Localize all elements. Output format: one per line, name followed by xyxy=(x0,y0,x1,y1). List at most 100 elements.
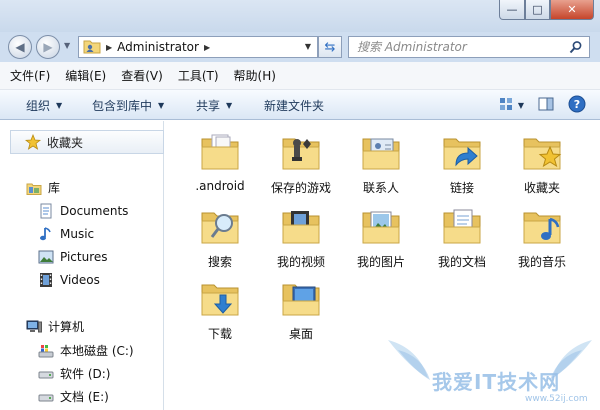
folder-documents-icon xyxy=(196,127,244,175)
folder-label: 保存的游戏 xyxy=(270,181,331,195)
search-icon[interactable] xyxy=(569,40,583,57)
windows-drive-icon xyxy=(38,343,54,359)
maximize-button[interactable]: □ xyxy=(525,0,550,20)
share-button[interactable]: 共享 ▼ xyxy=(196,97,232,114)
chevron-down-icon: ▼ xyxy=(158,101,165,110)
folder-music-icon xyxy=(518,201,566,249)
menu-edit[interactable]: 编辑(E) xyxy=(65,67,106,84)
menu-tools[interactable]: 工具(T) xyxy=(178,67,219,84)
include-in-library-label: 包含到库中 xyxy=(92,99,153,113)
address-bar[interactable]: ▶ Administrator ▶ ▼ xyxy=(78,36,318,58)
folder-games-icon xyxy=(277,127,325,175)
folder-item-saved-games[interactable]: 保存的游戏 xyxy=(261,127,341,201)
hard-drive-icon xyxy=(38,389,54,405)
folder-item-android[interactable]: .android xyxy=(180,127,260,201)
help-button[interactable]: ? xyxy=(568,95,586,116)
sidebar-item-label: 收藏夹 xyxy=(47,135,84,150)
include-in-library-button[interactable]: 包含到库中 ▼ xyxy=(92,97,164,114)
sidebar-item-label: Documents xyxy=(60,204,129,218)
sidebar-item-music[interactable]: Music xyxy=(38,226,94,242)
back-button[interactable]: ◀ xyxy=(8,35,32,59)
preview-pane-icon xyxy=(538,97,554,114)
hard-drive-icon xyxy=(38,366,54,382)
folder-item-my-music[interactable]: 我的音乐 xyxy=(502,201,582,275)
forward-button[interactable]: ▶ xyxy=(36,35,60,59)
sidebar-item-libraries[interactable]: 库 xyxy=(26,179,60,196)
sidebar-item-drive-e[interactable]: 文档 (E:) xyxy=(38,388,109,405)
help-icon: ? xyxy=(568,95,586,116)
new-folder-label: 新建文件夹 xyxy=(264,99,325,113)
command-bar: 组织 ▼ 包含到库中 ▼ 共享 ▼ 新建文件夹 ▼ ? xyxy=(0,90,600,120)
recent-pages-dropdown[interactable]: ▼ xyxy=(64,41,70,50)
menu-view[interactable]: 查看(V) xyxy=(121,67,163,84)
folder-favorites-icon xyxy=(518,127,566,175)
folder-contacts-icon xyxy=(357,127,405,175)
star-icon xyxy=(25,134,41,150)
menu-help[interactable]: 帮助(H) xyxy=(234,67,276,84)
folder-item-my-documents[interactable]: 我的文档 xyxy=(422,201,502,275)
breadcrumb-separator-icon[interactable]: ▶ xyxy=(204,43,210,52)
folder-search-icon xyxy=(196,201,244,249)
close-button[interactable]: ✕ xyxy=(550,0,594,20)
sidebar-item-favorites[interactable]: 收藏夹 xyxy=(10,130,164,154)
folder-item-desktop[interactable]: 桌面 xyxy=(261,273,341,347)
view-controls: ▼ ? xyxy=(485,95,586,116)
folder-item-searches[interactable]: 搜索 xyxy=(180,201,260,275)
folder-label: 链接 xyxy=(449,181,474,195)
breadcrumb-separator-icon[interactable]: ▶ xyxy=(106,43,112,52)
organize-label: 组织 xyxy=(26,99,51,113)
folder-label: 搜索 xyxy=(207,255,232,269)
breadcrumb-administrator[interactable]: Administrator xyxy=(117,40,199,54)
library-icon xyxy=(26,180,42,196)
search-box[interactable] xyxy=(348,36,590,58)
folder-label: 下载 xyxy=(207,327,232,341)
folder-item-favorites[interactable]: 收藏夹 xyxy=(502,127,582,201)
sidebar-item-computer[interactable]: 计算机 xyxy=(26,318,84,335)
refresh-button[interactable]: ⇆ xyxy=(318,36,342,58)
folder-documents-icon xyxy=(438,201,486,249)
site-watermark: 我爱IT技术网 www.52ij.com xyxy=(380,330,600,410)
address-row: ◀ ▶ ▼ ▶ Administrator ▶ ▼ ⇆ xyxy=(0,32,600,62)
sidebar-item-drive-c[interactable]: 本地磁盘 (C:) xyxy=(38,342,134,359)
preview-pane-button[interactable] xyxy=(538,97,554,114)
sidebar-item-label: 计算机 xyxy=(48,320,85,334)
sidebar-item-label: 库 xyxy=(48,181,61,195)
folder-item-contacts[interactable]: 联系人 xyxy=(341,127,421,201)
address-dropdown-icon[interactable]: ▼ xyxy=(305,42,311,51)
minimize-button[interactable]: — xyxy=(499,0,525,20)
view-grid-icon xyxy=(499,97,515,114)
sidebar-item-documents[interactable]: Documents xyxy=(38,203,128,219)
documents-icon xyxy=(38,203,54,219)
folder-label: 我的视频 xyxy=(276,255,325,269)
title-bar: — □ ✕ xyxy=(0,0,600,32)
folder-item-links[interactable]: 链接 xyxy=(422,127,502,201)
change-view-button[interactable]: ▼ xyxy=(499,97,524,114)
folder-label: 我的文档 xyxy=(437,255,486,269)
folder-label: .android xyxy=(195,179,245,193)
folder-item-downloads[interactable]: 下载 xyxy=(180,273,260,347)
arrow-right-icon: ▶ xyxy=(43,40,53,54)
sidebar-item-videos[interactable]: Videos xyxy=(38,272,100,288)
folder-desktop-icon xyxy=(277,273,325,321)
organize-button[interactable]: 组织 ▼ xyxy=(26,97,62,114)
chevron-down-icon: ▼ xyxy=(226,101,233,110)
window-controls: — □ ✕ xyxy=(499,0,594,20)
folder-item-my-videos[interactable]: 我的视频 xyxy=(261,201,341,275)
sidebar-item-drive-d[interactable]: 软件 (D:) xyxy=(38,365,110,382)
navigation-pane: 收藏夹 库 Documents Music Pictures Videos 计算… xyxy=(0,121,164,410)
search-input[interactable] xyxy=(357,40,557,54)
chevron-down-icon: ▼ xyxy=(56,101,63,110)
folder-pictures-icon xyxy=(357,201,405,249)
menu-bar: 文件(F) 编辑(E) 查看(V) 工具(T) 帮助(H) xyxy=(0,62,600,90)
folder-item-my-pictures[interactable]: 我的图片 xyxy=(341,201,421,275)
sidebar-item-label: Music xyxy=(60,227,95,241)
sidebar-item-pictures[interactable]: Pictures xyxy=(38,249,108,265)
folder-downloads-icon xyxy=(196,273,244,321)
new-folder-button[interactable]: 新建文件夹 xyxy=(264,97,324,114)
folder-label: 我的音乐 xyxy=(517,255,566,269)
sidebar-item-label: Pictures xyxy=(60,250,108,264)
computer-icon xyxy=(26,319,42,335)
menu-file[interactable]: 文件(F) xyxy=(10,67,50,84)
folder-label: 桌面 xyxy=(288,327,313,341)
refresh-icon: ⇆ xyxy=(324,39,336,55)
